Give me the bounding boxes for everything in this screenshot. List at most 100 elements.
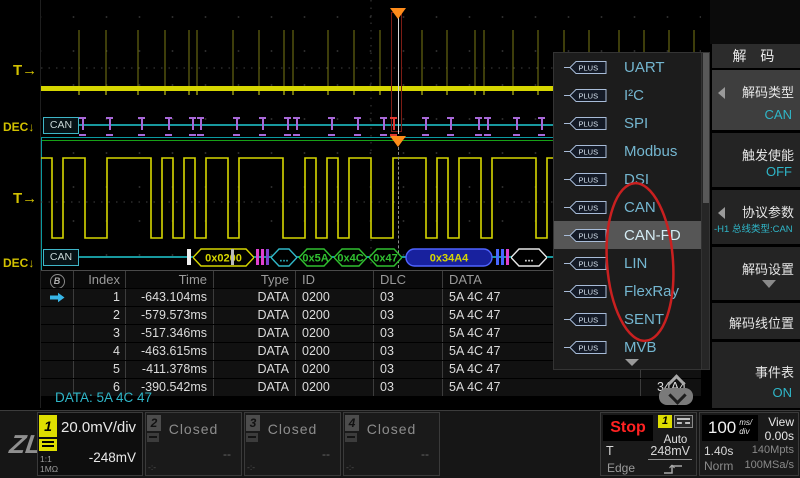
frame-marker [484, 117, 491, 136]
trigger-position-line [398, 12, 399, 134]
frame-marker [513, 117, 520, 136]
status-bar: ZLG® 11:11MΩ20.0mV/div-248mV2Closed---:-… [0, 410, 800, 478]
trigger-level-row: T 248mV [606, 444, 692, 460]
left-arrow-icon [718, 207, 725, 219]
menu-item-uart[interactable]: PLUSUART [554, 53, 709, 81]
frame-marker [165, 117, 172, 136]
svg-text:...: ... [279, 253, 288, 265]
decode-ack-mark-3 [506, 249, 509, 265]
decode-sof [187, 249, 191, 265]
menu-item-sent[interactable]: PLUSSENT [554, 305, 709, 333]
trigger-position-icon[interactable] [390, 8, 406, 19]
trigger-type-row: Edge [607, 461, 686, 475]
decode-position-marker-zoom[interactable]: DEC↓ [3, 256, 34, 270]
timebase-block[interactable]: 100 ms/div View 0.00s 1.40s 140Mpts Norm… [699, 412, 799, 476]
svg-text:0x0200: 0x0200 [205, 253, 242, 265]
timebase-scale: 100 ms/div [702, 415, 758, 441]
trigger-type-label: Edge [607, 461, 635, 475]
menu-scrollbar-thumb[interactable] [703, 53, 709, 203]
menu-scrollbar[interactable] [701, 53, 709, 369]
timebase-unit: ms/div [739, 419, 752, 437]
trigger-level-marker-main[interactable]: T→ [13, 62, 37, 79]
menu-item-spi[interactable]: PLUSSPI [554, 109, 709, 137]
decode-position-marker-main[interactable]: DEC↓ [3, 120, 34, 134]
menu-item-modbus[interactable]: PLUSModbus [554, 137, 709, 165]
plus-tag-icon: PLUS [564, 88, 608, 103]
panel-section-event-table[interactable]: 事件表 ON [712, 342, 800, 408]
probe-ratio: -:- [247, 462, 255, 472]
table-header-dlc: DLC [374, 271, 443, 288]
trigger-source: 1 Auto [656, 415, 695, 446]
decode-crc-field: 0x34A4 [405, 248, 493, 272]
channel-1-panel[interactable]: 11:11MΩ20.0mV/div-248mV [37, 412, 143, 476]
table-header-time: Time [126, 271, 214, 288]
svg-text:PLUS: PLUS [579, 147, 599, 156]
frame-marker [328, 117, 335, 136]
plus-tag-icon: PLUS [564, 144, 608, 159]
plus-tag-icon: PLUS [564, 172, 608, 187]
channel-3-panel[interactable]: 3Closed---:- [244, 412, 341, 476]
panel-top-spacer [710, 0, 800, 44]
trigger-status-block[interactable]: Stop 1 Auto T 248mV Edge [600, 412, 697, 476]
table-header-id: ID [296, 271, 374, 288]
panel-title: 解 码 [712, 44, 800, 68]
panel-section-decode-line-position[interactable]: 解码线位置 [712, 303, 800, 339]
svg-text:PLUS: PLUS [579, 259, 599, 268]
frame-marker [138, 117, 145, 136]
channel-2-panel[interactable]: 2Closed---:- [145, 412, 242, 476]
menu-item-i2c[interactable]: PLUS I²C [554, 81, 709, 109]
window-time: 1.40s [704, 444, 733, 458]
menu-item-label: UART [624, 59, 665, 76]
frame-marker [293, 117, 300, 136]
menu-item-can[interactable]: PLUSCAN [554, 193, 709, 221]
table-scroll-control[interactable] [657, 372, 695, 406]
run-state-indicator[interactable]: Stop [603, 415, 653, 441]
trigger-level-marker-zoom[interactable]: T→ [13, 190, 37, 207]
scroll-down-button[interactable] [659, 388, 693, 405]
plus-tag-icon: PLUS [564, 200, 608, 215]
frame-marker [284, 117, 291, 136]
menu-item-label: I²C [624, 87, 644, 104]
decode-type-menu: PLUSUARTPLUSI²CPLUSSPIPLUSModbusPLUSDSIP… [553, 52, 710, 370]
decode-data-byte-2: 0x4C [334, 248, 367, 272]
vertical-offset: -- [322, 447, 330, 461]
panel-section-decode-settings[interactable]: 解码设置 [712, 247, 800, 300]
table-header-index: Index [74, 271, 126, 288]
panel-section-protocol-params[interactable]: 协议参数 -H1 总线类型:CAN [712, 190, 800, 244]
panel-section-decode-type[interactable]: 解码类型 CAN [712, 70, 800, 130]
svg-text:0x34A4: 0x34A4 [430, 253, 469, 265]
menu-more-below-icon[interactable] [625, 359, 639, 366]
trigger-source-badge: 1 [658, 415, 672, 428]
vertical-scale: 20.0mV/div [61, 419, 136, 436]
decode-flag-mark-3 [266, 249, 269, 265]
svg-text:PLUS: PLUS [579, 315, 599, 324]
zoom-window-position-icon[interactable] [390, 136, 406, 147]
acquire-mode: Norm [704, 459, 733, 473]
menu-item-dsi[interactable]: PLUSDSI [554, 165, 709, 193]
oscilloscope-screen: T→ DEC↓ T→ DEC↓ CAN CAN 0x0200...0x5A0x4… [0, 0, 800, 478]
channel-4-panel[interactable]: 4Closed---:- [343, 412, 440, 476]
decode-flag-mark-2 [261, 249, 264, 265]
svg-text:PLUS: PLUS [579, 91, 599, 100]
panel-section-trigger-enable[interactable]: 触发使能 OFF [712, 133, 800, 187]
menu-item-lin[interactable]: PLUSLIN [554, 249, 709, 277]
input-impedance: 1MΩ [40, 464, 58, 474]
probe-ratio: -:- [346, 462, 354, 472]
decode-ack-mark-1 [496, 249, 499, 265]
svg-text:PLUS: PLUS [579, 175, 599, 184]
channel-number-badge: 1 [39, 415, 57, 437]
menu-item-can-fd[interactable]: PLUSCAN-FD [554, 221, 709, 249]
frame-marker [189, 117, 196, 136]
decode-collapsed-field: ... [271, 248, 297, 272]
decode-data-readout: DATA: 5A 4C 47 [41, 389, 701, 406]
decode-flag-mark-1 [256, 249, 259, 265]
plus-tag-icon: PLUS [564, 284, 608, 299]
menu-item-mvb[interactable]: PLUSMVB [554, 333, 709, 361]
plus-tag-icon: PLUS [564, 256, 608, 271]
menu-item-flexray[interactable]: PLUS FlexRay [554, 277, 709, 305]
acquisition-row-1: 1.40s 140Mpts [704, 444, 794, 458]
bus-label-main[interactable]: CAN [43, 117, 79, 134]
menu-item-label: SPI [624, 115, 648, 132]
plus-tag-icon: PLUS [564, 340, 608, 355]
menu-item-label: FlexRay [624, 283, 679, 300]
